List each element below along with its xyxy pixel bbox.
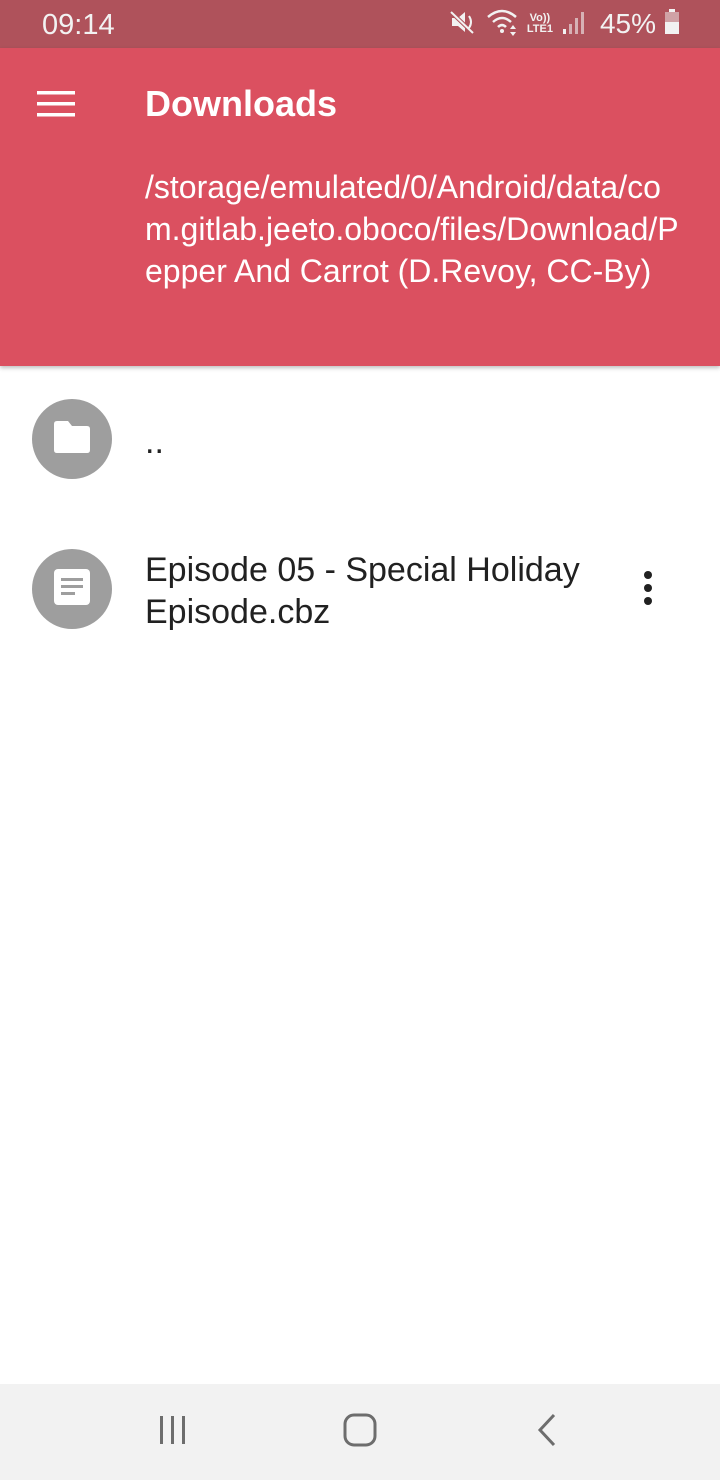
more-options-button[interactable] (624, 558, 672, 622)
folder-icon (52, 420, 92, 459)
back-icon[interactable] (536, 1413, 558, 1452)
battery-percent: 45% (599, 8, 656, 39)
screen: 09:14 Vo)) LTE1 45% Downloads /storage/e… (0, 0, 720, 1480)
battery-icon (664, 8, 680, 40)
file-list: .. Episode 05 - Special Holiday Episode.… (0, 366, 720, 631)
status-bar: 09:14 Vo)) LTE1 45% (0, 0, 720, 48)
more-vert-icon[interactable] (643, 570, 653, 611)
back-button[interactable] (507, 1392, 587, 1472)
recents-button[interactable] (133, 1392, 213, 1472)
app-bar: Downloads /storage/emulated/0/Android/da… (0, 48, 720, 366)
document-icon (53, 568, 91, 611)
hamburger-menu-icon[interactable] (37, 90, 75, 123)
wifi-icon (486, 7, 518, 42)
status-time: 09:14 (42, 9, 115, 41)
document-avatar (32, 549, 112, 629)
list-item-label: Episode 05 - Special Holiday Episode.cbz (145, 551, 580, 631)
list-item-label: .. (145, 423, 164, 461)
folder-avatar (32, 399, 112, 479)
signal-icon (562, 9, 586, 40)
page-title: Downloads (145, 83, 338, 124)
list-item-file[interactable]: Episode 05 - Special Holiday Episode.cbz (0, 516, 720, 666)
status-icons: Vo)) LTE1 45% (448, 6, 680, 42)
recents-icon[interactable] (157, 1414, 189, 1451)
home-button[interactable] (320, 1392, 400, 1472)
list-item-parent-folder[interactable]: .. (0, 366, 720, 516)
home-icon[interactable] (343, 1413, 377, 1452)
system-nav-bar (0, 1384, 720, 1480)
volte-icon: Vo)) LTE1 (526, 12, 553, 35)
current-path: /storage/emulated/0/Android/data/com.git… (145, 169, 679, 289)
menu-button[interactable] (24, 80, 88, 132)
mute-icon (448, 7, 478, 42)
